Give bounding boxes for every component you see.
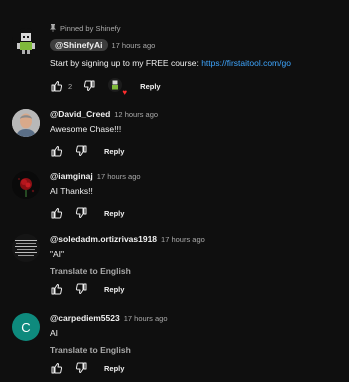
reply-button[interactable]: Reply (104, 285, 124, 294)
comment-time[interactable]: 12 hours ago (114, 110, 158, 119)
like-icon[interactable] (50, 79, 64, 93)
comment-time[interactable]: 17 hours ago (97, 172, 141, 181)
comment-time[interactable]: 17 hours ago (124, 314, 168, 323)
dislike-icon[interactable] (74, 282, 88, 296)
author-name[interactable]: @ShinefyAi (50, 39, 108, 51)
user-photo-icon (12, 109, 40, 137)
course-link[interactable]: https://firstaitool.com/go (201, 58, 291, 68)
comment-text: AI (50, 328, 59, 338)
dislike-icon[interactable] (74, 361, 88, 375)
robot-avatar-icon (17, 33, 35, 54)
avatar[interactable] (12, 109, 40, 137)
dislike-icon[interactable] (74, 206, 88, 220)
reply-button[interactable]: Reply (104, 147, 124, 156)
avatar[interactable] (12, 28, 40, 56)
translate-button[interactable]: Translate to English (50, 345, 343, 355)
pin-icon (50, 24, 56, 32)
comment-text: "AI" (50, 249, 65, 259)
avatar[interactable] (12, 234, 40, 262)
comment-text: Awesome Chase!!! (50, 124, 122, 134)
translate-button[interactable]: Translate to English (50, 266, 343, 276)
reply-button[interactable]: Reply (104, 364, 124, 373)
avatar[interactable]: C (12, 313, 40, 341)
pinned-indicator: Pinned by Shinefy (50, 22, 343, 34)
like-icon[interactable] (50, 282, 64, 296)
heart-icon: ♥ (122, 88, 128, 97)
pinned-label: Pinned by Shinefy (60, 23, 121, 33)
dislike-icon[interactable] (74, 144, 88, 158)
text-image-avatar-icon (12, 234, 40, 262)
creator-heart: ♥ (108, 78, 128, 97)
author-name[interactable]: @David_Creed (50, 109, 110, 119)
comment-time[interactable]: 17 hours ago (112, 41, 156, 50)
dislike-icon[interactable] (82, 79, 96, 93)
reply-button[interactable]: Reply (140, 82, 160, 91)
like-icon[interactable] (50, 144, 64, 158)
like-count: 2 (68, 81, 73, 91)
creator-heart-avatar (108, 78, 123, 92)
comment-text-prefix: Start by signing up to my FREE course: (50, 58, 202, 68)
comment-time[interactable]: 17 hours ago (161, 235, 205, 244)
like-icon[interactable] (50, 206, 64, 220)
author-name[interactable]: @soledadm.ortizrivas1918 (50, 234, 157, 244)
author-name[interactable]: @carpediem5523 (50, 313, 120, 323)
comment-text: Start by signing up to my FREE course: h… (50, 57, 343, 70)
rose-avatar-icon (12, 171, 40, 199)
avatar[interactable] (12, 171, 40, 199)
like-icon[interactable] (50, 361, 64, 375)
reply-button[interactable]: Reply (104, 209, 124, 218)
avatar-letter: C (21, 319, 31, 335)
comment-text: AI Thanks!! (50, 186, 93, 196)
author-name[interactable]: @iamginaj (50, 171, 93, 181)
